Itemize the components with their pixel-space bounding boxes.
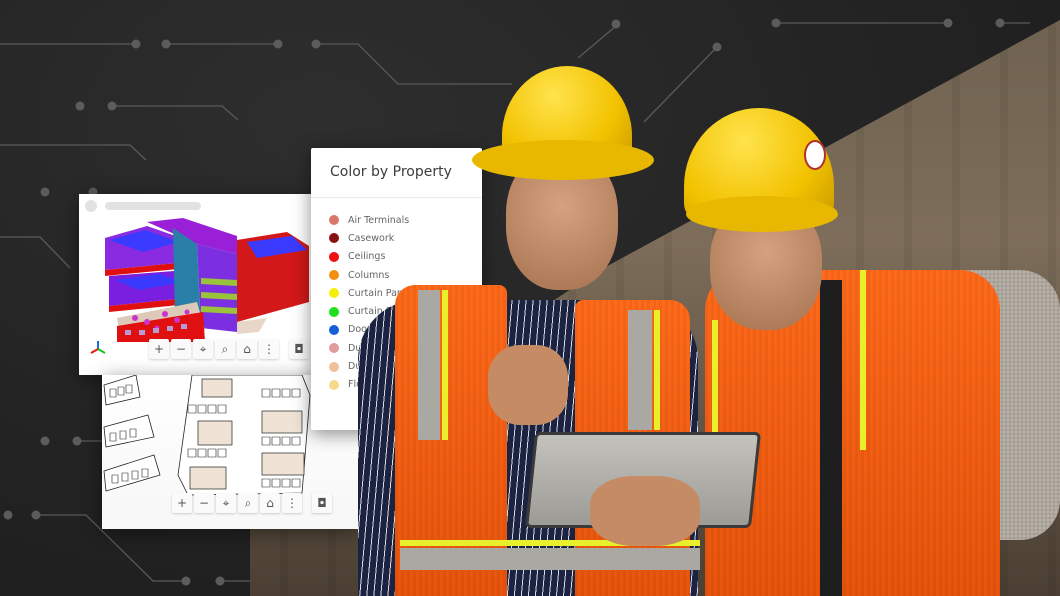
- helmet-sticker: [804, 140, 826, 170]
- legend-label: Columns: [348, 269, 390, 281]
- zoom-window-icon[interactable]: ⌕: [215, 339, 235, 359]
- legend-label: Air Terminals: [348, 214, 410, 226]
- building-model-3d[interactable]: [87, 218, 309, 342]
- camera-icon[interactable]: ◘: [312, 493, 332, 513]
- color-swatch: [329, 361, 339, 372]
- axis-gizmo-icon: [90, 341, 106, 354]
- pan-icon[interactable]: ⌖: [193, 339, 213, 359]
- color-swatch: [329, 379, 339, 390]
- home-icon[interactable]: ⌂: [260, 493, 280, 513]
- color-swatch: [329, 288, 339, 299]
- more-icon[interactable]: ⋮: [282, 493, 302, 513]
- hard-hat-brim: [472, 140, 654, 180]
- camera-icon[interactable]: ◘: [289, 339, 309, 359]
- legend-item[interactable]: Casework: [329, 229, 482, 247]
- reflective-strip: [628, 310, 652, 430]
- legend-item[interactable]: Columns: [329, 266, 482, 284]
- legend-label: Casework: [348, 232, 395, 244]
- reflective-strip: [418, 290, 440, 440]
- legend-item[interactable]: Air Terminals: [329, 211, 482, 229]
- color-swatch: [329, 251, 339, 262]
- panel-title: Color by Property: [311, 148, 482, 198]
- reflective-strip: [860, 270, 866, 450]
- color-swatch: [329, 324, 339, 335]
- title-placeholder: [105, 202, 201, 210]
- reflective-strip: [654, 310, 660, 430]
- pan-icon[interactable]: ⌖: [216, 493, 236, 513]
- hand: [488, 345, 568, 425]
- reflective-strip: [712, 320, 718, 440]
- more-icon[interactable]: ⋮: [259, 339, 279, 359]
- color-swatch: [329, 215, 339, 226]
- viewer-toolbar: + − ⌖ ⌕ ⌂ ⋮ ◘: [149, 339, 309, 359]
- viewer-titlebar: [79, 194, 311, 218]
- color-swatch: [329, 306, 339, 317]
- window-control: [85, 200, 97, 212]
- reflective-strip: [400, 548, 700, 570]
- zoom-in-icon[interactable]: +: [172, 493, 192, 513]
- viewer-toolbar: + − ⌖ ⌕ ⌂ ⋮ ◘: [172, 493, 332, 513]
- model-viewer-3d[interactable]: + − ⌖ ⌕ ⌂ ⋮ ◘: [79, 194, 311, 375]
- color-swatch: [329, 343, 339, 354]
- zoom-out-icon[interactable]: −: [171, 339, 191, 359]
- color-swatch: [329, 233, 339, 244]
- hard-hat-brim: [686, 196, 838, 232]
- vest-zipper: [820, 280, 842, 596]
- zoom-out-icon[interactable]: −: [194, 493, 214, 513]
- zoom-in-icon[interactable]: +: [149, 339, 169, 359]
- hand: [590, 476, 700, 546]
- legend-item[interactable]: Ceilings: [329, 248, 482, 266]
- zoom-window-icon[interactable]: ⌕: [238, 493, 258, 513]
- legend-label: Ceilings: [348, 251, 386, 263]
- color-swatch: [329, 270, 339, 281]
- reflective-strip: [442, 290, 448, 440]
- home-icon[interactable]: ⌂: [237, 339, 257, 359]
